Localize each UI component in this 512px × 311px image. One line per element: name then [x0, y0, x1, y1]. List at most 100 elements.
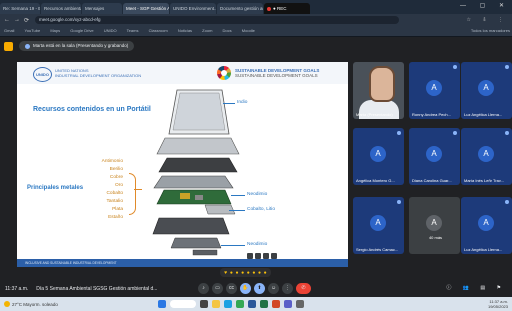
participant-tile[interactable]: A Luz Angélica Llerna... — [461, 197, 512, 254]
sun-icon — [4, 301, 10, 307]
bookmark-item[interactable]: Docs — [223, 28, 232, 33]
part-label: Neodimio — [247, 242, 268, 247]
clap-reaction-icon[interactable]: ● — [241, 270, 244, 276]
heart-reaction-icon[interactable]: ♥ — [224, 270, 227, 276]
captions-icon[interactable]: cc — [226, 283, 237, 294]
avatar: A — [370, 146, 386, 162]
forward-icon[interactable]: → — [14, 17, 20, 23]
file-explorer-icon[interactable] — [212, 300, 220, 308]
leave-call-button[interactable]: ✆ — [296, 283, 311, 294]
taskbar-apps — [158, 300, 308, 308]
windows-taskbar: 27°C Mayorm. soleado 11:37 a.m. 19/05/202… — [0, 297, 512, 311]
participant-tile[interactable]: A Angélica Montero G... — [353, 128, 404, 185]
browser-tab[interactable]: Mensajes — [82, 3, 122, 14]
mic-muted-icon — [505, 200, 509, 204]
raise-hand-icon[interactable]: ✋ — [240, 283, 251, 294]
thumbs-up-reaction-icon[interactable]: ● — [230, 270, 233, 276]
sad-reaction-icon[interactable]: ● — [258, 270, 261, 276]
meet-header: Marta está en la sala (Presentando y gra… — [0, 37, 512, 55]
bookmark-item[interactable]: YouTube — [25, 28, 41, 33]
thinking-reaction-icon[interactable]: ● — [264, 270, 267, 276]
slide-footer: INCLUSIVE AND SUSTAINABLE INDUSTRIAL DEV… — [17, 259, 348, 267]
store-icon[interactable] — [296, 300, 304, 308]
emoji-icon[interactable]: ☺ — [268, 283, 279, 294]
participant-name: Sergio Andrés Camac... — [356, 247, 399, 252]
excel-icon[interactable] — [260, 300, 268, 308]
leader-line — [221, 245, 245, 246]
windows-start-icon[interactable] — [158, 300, 166, 308]
presenting-banner[interactable]: Marta está en la sala (Presentando y gra… — [19, 41, 135, 51]
meeting-stage: UNIDO UNITED NATIONS INDUSTRIAL DEVELOPME… — [0, 55, 512, 280]
reactions-bar[interactable]: ♥ ● ● ● ● ● ● ● — [220, 268, 271, 277]
record-icon — [267, 6, 271, 11]
mic-muted-icon — [453, 131, 457, 135]
participant-tile-presenter[interactable]: Marta (Presentando) — [353, 62, 404, 119]
part-label: Cobalto, Litio — [247, 207, 275, 212]
present-icon[interactable]: ⬆ — [254, 283, 265, 294]
edge-icon[interactable] — [224, 300, 232, 308]
recording-tab[interactable]: ● REC — [264, 3, 310, 14]
teams-icon[interactable] — [284, 300, 292, 308]
browser-tab[interactable]: Recursos ambienta... — [41, 3, 81, 14]
browser-tab[interactable]: Re: Semana 19 - Envío ejerc... — [0, 3, 40, 14]
window-controls[interactable]: — ▢ ✕ — [460, 2, 510, 9]
bookmark-item[interactable]: Moodle — [242, 28, 255, 33]
avatar: A — [478, 146, 494, 162]
task-view-icon[interactable] — [200, 300, 208, 308]
bookmark-item[interactable]: UNIDO — [104, 28, 117, 33]
meet-logo-icon — [4, 41, 13, 51]
part-label: Indio — [237, 100, 248, 105]
avatar: A — [426, 80, 442, 96]
participant-name: Diana Carolina Guar... — [412, 178, 452, 183]
camera-icon[interactable]: ▭ — [212, 283, 223, 294]
tray-date: 19/05/2023 — [487, 304, 508, 309]
side-panel-icons[interactable]: ⓘ 👥 ▤ ⚑ — [446, 284, 506, 291]
mic-icon[interactable]: ♪ — [198, 283, 209, 294]
more-participants-count: 40 más — [428, 235, 443, 240]
more-options-icon[interactable]: ⋮ — [282, 283, 293, 294]
participant-tile[interactable]: A Sergio Andrés Camac... — [353, 197, 404, 254]
avatar: A — [478, 215, 494, 231]
mic-muted-icon — [397, 200, 401, 204]
bookmark-item[interactable]: Todos los marcadores — [471, 26, 510, 36]
participant-tile[interactable]: A Diana Carolina Guar... — [409, 128, 460, 185]
leader-line — [231, 195, 245, 196]
back-icon[interactable]: ← — [4, 17, 10, 23]
search-box[interactable] — [170, 300, 196, 308]
participant-name: Luz Angélica Llerna... — [464, 247, 503, 252]
system-tray[interactable]: 11:37 a.m. 19/05/2023 — [488, 299, 508, 309]
bookmark-item[interactable]: Teams — [127, 28, 139, 33]
toolbar-icons[interactable]: ☆ ⇩ ⋮ — [467, 17, 508, 23]
presenter-face — [369, 66, 395, 102]
chrome-icon[interactable] — [236, 300, 244, 308]
bookmark-item[interactable]: Noticias — [178, 28, 192, 33]
leader-line — [223, 103, 235, 104]
reload-icon[interactable]: ⟳ — [24, 17, 29, 24]
word-icon[interactable] — [248, 300, 256, 308]
browser-tab[interactable]: UNIDO Environment... — [170, 3, 216, 14]
browser-tab-active[interactable]: Meet - SGP Gestión Amb... — [123, 3, 169, 14]
participant-tile[interactable]: A Luz Angélica Llerna... — [461, 62, 512, 119]
bookmark-item[interactable]: Maps — [50, 28, 60, 33]
participant-tile[interactable]: A Ronny Andrea Pech... — [409, 62, 460, 119]
bookmark-item[interactable]: Google Drive — [70, 28, 93, 33]
url-field[interactable]: meet.google.com/xyz-abcd-efg — [35, 16, 400, 24]
bookmark-item[interactable]: Gmail — [4, 28, 14, 33]
browser-tab[interactable]: Documento gestión amb... — [217, 3, 263, 14]
surprise-reaction-icon[interactable]: ● — [252, 270, 255, 276]
participant-name: Luz Angélica Llerna... — [464, 112, 503, 117]
bookmark-item[interactable]: Zoom — [202, 28, 212, 33]
browser-tab-bar: Re: Semana 19 - Envío ejerc... Recursos … — [0, 0, 512, 14]
bookmark-item[interactable]: Classroom — [149, 28, 168, 33]
participant-name: Angélica Montero G... — [356, 178, 395, 183]
participant-tile[interactable]: A María Inés Leñr Trav... — [461, 128, 512, 185]
part-label: Neodimio — [247, 192, 268, 197]
mic-muted-icon — [505, 131, 509, 135]
weather-widget[interactable]: 27°C Mayorm. soleado — [4, 301, 58, 307]
powerpoint-icon[interactable] — [272, 300, 280, 308]
celebrate-reaction-icon[interactable]: ● — [235, 270, 238, 276]
laugh-reaction-icon[interactable]: ● — [247, 270, 250, 276]
avatar: A — [426, 146, 442, 162]
recording-tab-label: ● REC — [273, 6, 287, 11]
more-participants-tile[interactable]: A 40 más — [409, 197, 460, 254]
